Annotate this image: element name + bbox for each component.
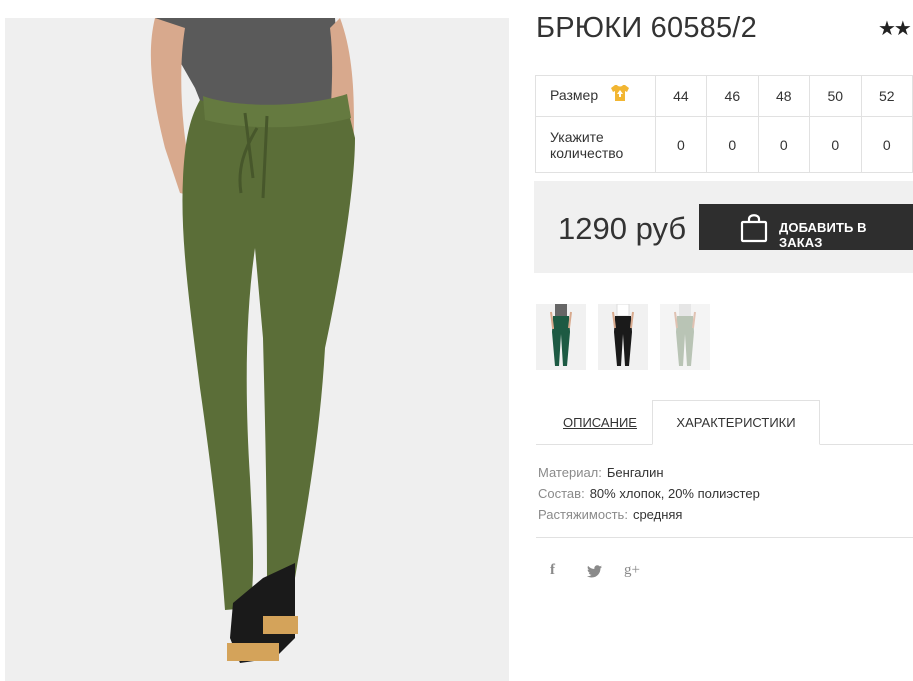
quantity-label-cell: Укажите количество (535, 116, 656, 173)
quantity-input[interactable]: 0 (860, 116, 913, 173)
quantity-label-line1: Укажите (550, 128, 604, 145)
size-value: 46 (706, 75, 759, 117)
info-tabs: ОПИСАНИЕ ХАРАКТЕРИСТИКИ (536, 400, 913, 445)
spec-value: средняя (632, 507, 683, 522)
spec-row: Материал: Бенгалин (538, 462, 760, 483)
spec-key: Растяжимость: (538, 507, 628, 522)
thumbnail-light[interactable] (660, 304, 710, 370)
size-table: Размер 44 46 48 50 52 Укажите количество… (535, 75, 913, 173)
size-label-cell: Размер (535, 75, 656, 117)
size-value: 52 (860, 75, 913, 117)
quantity-input[interactable]: 0 (706, 116, 759, 173)
thumbnail-green[interactable] (536, 304, 586, 370)
divider (536, 537, 913, 538)
main-product-image[interactable] (5, 18, 509, 681)
spec-value: 80% хлопок, 20% полиэстер (589, 486, 760, 501)
tab-description[interactable]: ОПИСАНИЕ (563, 415, 637, 430)
size-value: 44 (654, 75, 708, 117)
quantity-input[interactable]: 0 (654, 116, 708, 173)
add-to-order-button[interactable]: ДОБАВИТЬ В ЗАКАЗ (699, 204, 913, 250)
size-row: Размер 44 46 48 50 52 (535, 75, 913, 117)
size-label: Размер (550, 86, 599, 103)
tab-characteristics[interactable]: ХАРАКТЕРИСТИКИ (652, 400, 820, 445)
twitter-icon[interactable] (587, 562, 602, 582)
spec-key: Состав: (538, 486, 585, 501)
spec-key: Материал: (538, 465, 602, 480)
size-value: 48 (757, 75, 811, 117)
specs-list: Материал: Бенгалин Состав: 80% хлопок, 20%… (538, 462, 760, 525)
googleplus-icon[interactable]: g+ (624, 562, 640, 579)
quantity-input[interactable]: 0 (809, 116, 862, 173)
facebook-icon[interactable]: f (550, 562, 555, 579)
spec-row: Растяжимость: средняя (538, 504, 760, 525)
shopping-bag-icon (740, 213, 768, 246)
product-title: БРЮКИ 60585/2 (536, 12, 757, 44)
add-to-order-label: ДОБАВИТЬ В ЗАКАЗ (779, 220, 867, 250)
quantity-input[interactable]: 0 (757, 116, 811, 173)
rating-stars: ★★ (878, 18, 912, 40)
tshirt-icon[interactable] (610, 84, 630, 105)
product-price: 1290 руб (558, 211, 687, 246)
price-panel: 1290 руб ДОБАВИТЬ В ЗАКАЗ (534, 181, 913, 273)
thumbnail-black[interactable] (598, 304, 648, 370)
quantity-label-line2: количество (550, 144, 624, 161)
quantity-row: Укажите количество 0 0 0 0 0 (535, 116, 913, 173)
size-value: 50 (809, 75, 862, 117)
spec-row: Состав: 80% хлопок, 20% полиэстер (538, 483, 760, 504)
spec-value: Бенгалин (606, 465, 664, 480)
